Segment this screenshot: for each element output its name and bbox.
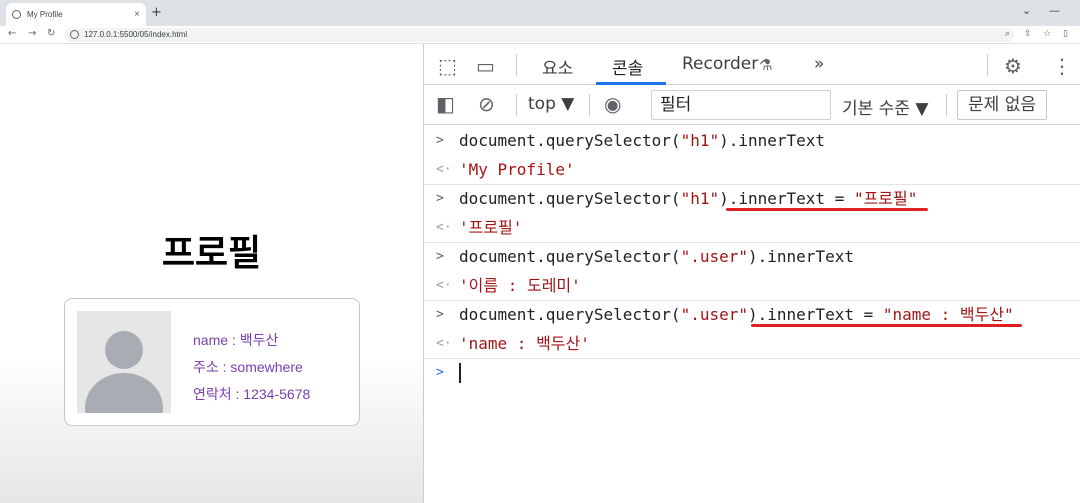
tab-recorder[interactable]: Recorder bbox=[682, 54, 758, 74]
filter-input[interactable]: 필터 bbox=[651, 90, 831, 120]
log-level-value: 기본 수준 bbox=[842, 99, 910, 119]
result-chevron-icon: <· bbox=[436, 220, 452, 235]
page-heading: 프로필 bbox=[161, 233, 262, 274]
divider bbox=[987, 54, 988, 76]
console-result-line: <· 'name : 백두산' bbox=[424, 329, 1080, 358]
issues-button[interactable]: 문제 없음 bbox=[957, 90, 1047, 120]
profile-card: name : 백두산 주소 : somewhere 연락처 : 1234-567… bbox=[64, 298, 360, 426]
devtools-panel: ⬚ ▭ 요소 콘솔 Recorder ⚗ » ⚙ ⋮ ◧ ⊘ top ▼ ◉ 필… bbox=[423, 44, 1080, 503]
code: ).innerText bbox=[719, 131, 826, 150]
code: document.querySelector( bbox=[459, 247, 681, 266]
log-level-select[interactable]: 기본 수준 ▼ bbox=[842, 94, 928, 119]
clear-console-icon[interactable]: ⊘ bbox=[478, 92, 495, 116]
site-info-icon[interactable] bbox=[70, 30, 79, 39]
address-bar-row: ← → ↻ 127.0.0.1:5500/05/index.html ⌕ ⇪ ☆… bbox=[0, 26, 1080, 44]
settings-gear-icon[interactable]: ⚙ bbox=[1004, 54, 1022, 78]
console-input-text: document.querySelector("h1").innerText bbox=[459, 126, 825, 155]
result-chevron-icon: <· bbox=[436, 278, 452, 293]
console-result-text: 'name : 백두산' bbox=[459, 334, 590, 353]
browser-tab-bar: My Profile × + ⌄ — bbox=[0, 0, 1080, 26]
annotation-underline bbox=[751, 324, 1022, 327]
tab-title: My Profile bbox=[27, 10, 63, 19]
result-chevron-icon: <· bbox=[436, 336, 452, 351]
close-tab-icon[interactable]: × bbox=[134, 9, 140, 20]
new-tab-button[interactable]: + bbox=[151, 5, 162, 20]
console-input-text: document.querySelector(".user").innerTex… bbox=[459, 242, 854, 271]
code: document.querySelector( bbox=[459, 189, 681, 208]
sidebar-toggle-icon[interactable]: ◧ bbox=[436, 92, 455, 116]
string-literal: "name : 백두산" bbox=[882, 305, 1014, 324]
more-tabs-button[interactable]: » bbox=[814, 54, 824, 74]
back-icon[interactable]: ← bbox=[8, 28, 16, 39]
bookmark-star-icon[interactable]: ☆ bbox=[1043, 29, 1051, 39]
context-value: top bbox=[528, 94, 556, 114]
flask-icon: ⚗ bbox=[759, 56, 773, 74]
code: ).innerText = bbox=[719, 189, 854, 208]
console-input-line[interactable]: > document.querySelector("h1").innerText bbox=[424, 126, 1080, 155]
prompt-chevron-icon: > bbox=[436, 365, 444, 380]
console-result-text: '이름 : 도레미' bbox=[459, 276, 581, 295]
input-chevron-icon: > bbox=[436, 191, 444, 206]
url-text: 127.0.0.1:5500/05/index.html bbox=[84, 30, 188, 39]
inspect-element-icon[interactable]: ⬚ bbox=[438, 54, 457, 78]
devtools-toolbar: ⬚ ▭ 요소 콘솔 Recorder ⚗ » ⚙ ⋮ bbox=[424, 44, 1080, 85]
console-result-text: '프로필' bbox=[459, 218, 523, 237]
console-result-text: 'My Profile' bbox=[459, 160, 575, 179]
page-viewport: 프로필 name : 백두산 주소 : somewhere 연락처 : 1234… bbox=[0, 44, 423, 503]
input-chevron-icon: > bbox=[436, 133, 444, 148]
console-toolbar: ◧ ⊘ top ▼ ◉ 필터 기본 수준 ▼ 문제 없음 bbox=[424, 85, 1080, 125]
user-address: 주소 : somewhere bbox=[193, 359, 303, 375]
console-input-line[interactable]: > document.querySelector(".user").innerT… bbox=[424, 242, 1080, 271]
result-chevron-icon: <· bbox=[436, 162, 452, 177]
divider bbox=[946, 94, 947, 116]
string-literal: ".user" bbox=[680, 305, 748, 324]
console-result-line: <· '이름 : 도레미' bbox=[424, 271, 1080, 300]
console-output: > document.querySelector("h1").innerText… bbox=[424, 126, 1080, 503]
string-literal: ".user" bbox=[680, 247, 748, 266]
user-name: name : 백두산 bbox=[193, 332, 279, 348]
device-toolbar-icon[interactable]: ▭ bbox=[476, 54, 495, 78]
side-panel-icon[interactable]: ▯ bbox=[1063, 29, 1068, 39]
code: document.querySelector( bbox=[459, 305, 681, 324]
zoom-icon[interactable]: ⌕ bbox=[1005, 29, 1010, 39]
code: ).innerText = bbox=[748, 305, 883, 324]
avatar-body-shape bbox=[85, 373, 163, 413]
input-chevron-icon: > bbox=[436, 307, 444, 322]
string-literal: "프로필" bbox=[853, 189, 918, 208]
avatar bbox=[77, 311, 171, 413]
live-expression-eye-icon[interactable]: ◉ bbox=[604, 92, 621, 116]
url-field[interactable]: 127.0.0.1:5500/05/index.html bbox=[64, 28, 1014, 42]
string-literal: "h1" bbox=[680, 131, 720, 150]
tab-elements[interactable]: 요소 bbox=[542, 54, 573, 79]
code: document.querySelector( bbox=[459, 131, 681, 150]
input-chevron-icon: > bbox=[436, 249, 444, 264]
browser-tab[interactable]: My Profile × bbox=[6, 3, 146, 26]
minimize-button[interactable]: — bbox=[1049, 4, 1060, 17]
divider bbox=[516, 54, 517, 76]
avatar-head-shape bbox=[105, 331, 143, 369]
forward-icon[interactable]: → bbox=[28, 28, 36, 39]
console-result-line: <· '프로필' bbox=[424, 213, 1080, 242]
context-selector[interactable]: top ▼ bbox=[528, 94, 574, 114]
divider bbox=[516, 94, 517, 116]
user-info: name : 백두산 주소 : somewhere 연락처 : 1234-567… bbox=[193, 327, 310, 408]
console-result-line: <· 'My Profile' bbox=[424, 155, 1080, 184]
reload-icon[interactable]: ↻ bbox=[47, 28, 55, 39]
text-caret bbox=[459, 363, 461, 383]
annotation-underline bbox=[726, 208, 928, 211]
more-options-icon[interactable]: ⋮ bbox=[1052, 54, 1072, 78]
divider bbox=[589, 94, 590, 116]
tab-console[interactable]: 콘솔 bbox=[612, 54, 643, 79]
user-contact: 연락처 : 1234-5678 bbox=[193, 386, 311, 402]
tab-search-icon[interactable]: ⌄ bbox=[1022, 4, 1031, 17]
globe-icon bbox=[12, 10, 21, 19]
code: ).innerText bbox=[748, 247, 854, 266]
string-literal: "h1" bbox=[680, 189, 720, 208]
console-prompt[interactable]: > bbox=[424, 358, 1080, 387]
share-icon[interactable]: ⇪ bbox=[1024, 29, 1032, 39]
